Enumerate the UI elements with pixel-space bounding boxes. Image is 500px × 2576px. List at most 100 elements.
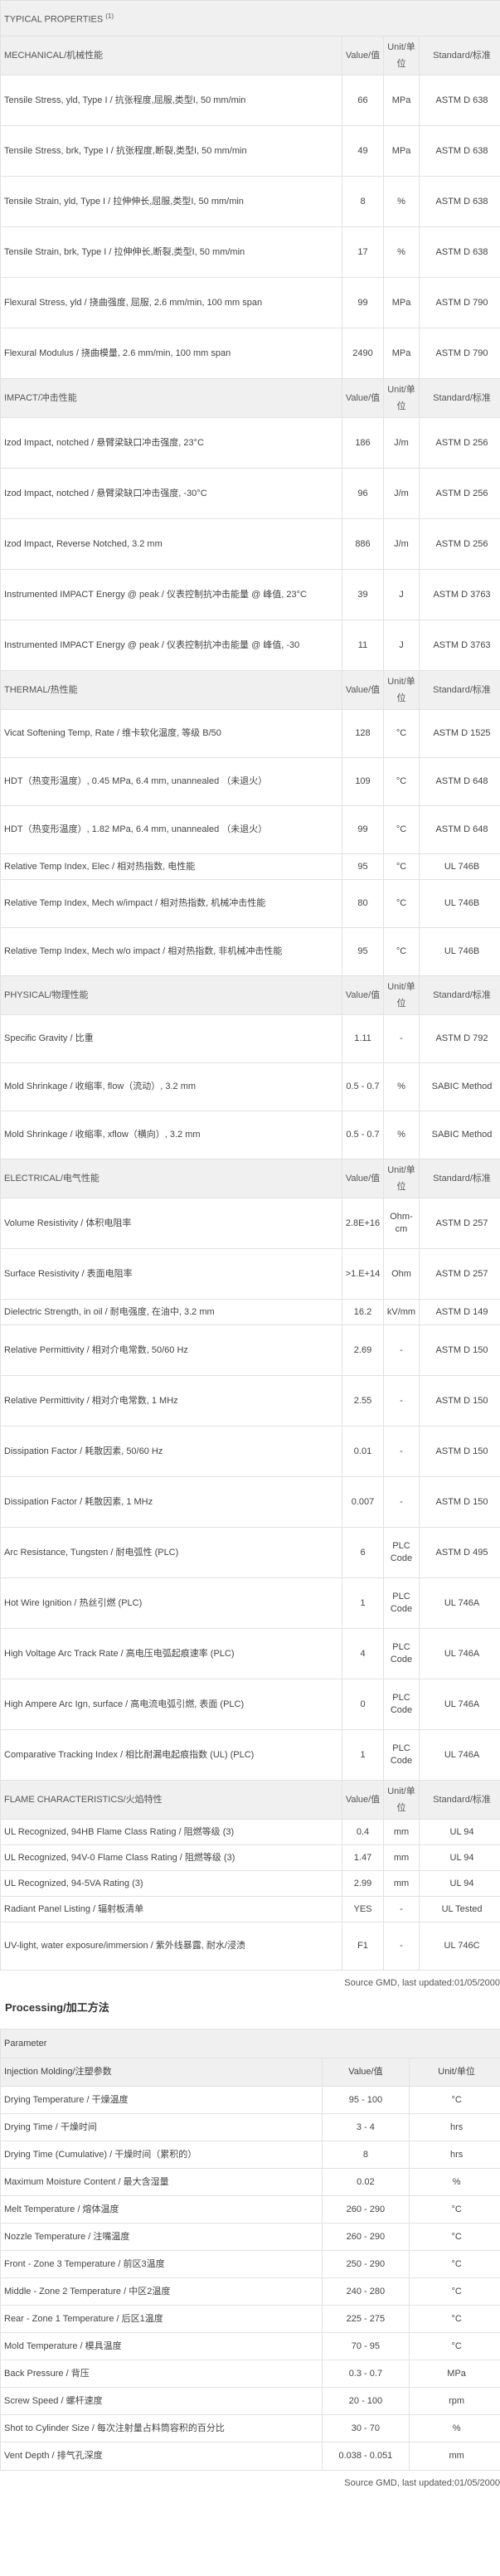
processing-unit: °C (409, 2305, 500, 2333)
property-value: 99 (342, 805, 384, 854)
property-row: Vicat Softening Temp, Rate / 维卡软化温度, 等级 … (0, 709, 500, 758)
section-header-row: MECHANICAL/机械性能 Value/值 Unit/单位 Standard/标准 (0, 36, 500, 75)
property-name: Tensile Strain, yld, Type I / 拉伸伸长,屈服,类型… (0, 176, 342, 227)
property-unit: mm (383, 1819, 420, 1845)
section-standard-header: Standard/标准 (418, 975, 500, 1015)
section-standard-header: Standard/标准 (418, 1780, 500, 1820)
property-row: Mold Shrinkage / 收缩率, xflow（横向）, 3.2 mm 0… (0, 1111, 500, 1159)
property-unit: J (383, 620, 420, 671)
property-row: UL Recognized, 94V-0 Flame Class Rating … (0, 1845, 500, 1871)
property-value: F1 (342, 1922, 384, 1971)
section-header-row: ELECTRICAL/电气性能 Value/值 Unit/单位 Standard/标准 (0, 1159, 500, 1198)
property-row: Instrumented IMPACT Energy @ peak / 仪表控制… (0, 620, 500, 671)
section-unit-header: Unit/单位 (383, 36, 420, 75)
property-row: Specific Gravity / 比重 1.11- ASTM D 792 (0, 1014, 500, 1063)
processing-unit: °C (409, 2332, 500, 2360)
section-standard-header: Standard/标准 (418, 1159, 500, 1198)
property-value: 1.47 (342, 1845, 384, 1871)
property-unit: J/m (383, 468, 420, 519)
property-standard: ASTM D 638 (418, 125, 500, 177)
section-title: IMPACT/冲击性能 (0, 378, 342, 418)
property-unit: PLC Code (383, 1729, 420, 1781)
processing-header-name: Injection Molding/注塑参数 (0, 2058, 323, 2087)
property-unit: Ohm-cm (383, 1198, 420, 1249)
processing-parameter: Drying Time (Cumulative) / 干燥时间（累积的） (0, 2141, 323, 2169)
property-name: Vicat Softening Temp, Rate / 维卡软化温度, 等级 … (0, 709, 342, 758)
property-standard: ASTM D 150 (418, 1426, 500, 1477)
typical-properties-footnote-marker: (1) (105, 12, 114, 21)
property-unit: °C (383, 879, 420, 928)
property-row: High Voltage Arc Track Rate / 高电压电弧起痕速率 … (0, 1628, 500, 1679)
property-row: HDT（热变形温度）, 1.82 MPa, 6.4 mm, unannealed… (0, 805, 500, 854)
processing-parameter: Maximum Moisture Content / 最大含湿量 (0, 2168, 323, 2196)
property-unit: - (383, 1896, 420, 1922)
property-standard: ASTM D 638 (418, 226, 500, 278)
property-standard: ASTM D 256 (418, 417, 500, 469)
property-value: 95 (342, 927, 384, 976)
property-unit: % (383, 176, 420, 227)
property-row: Comparative Tracking Index / 相比耐漏电起痕指数 (… (0, 1729, 500, 1781)
property-name: Dissipation Factor / 耗散因素, 50/60 Hz (0, 1426, 342, 1477)
property-name: HDT（热变形温度）, 0.45 MPa, 6.4 mm, unannealed… (0, 757, 342, 806)
property-unit: PLC Code (383, 1679, 420, 1730)
property-value: 99 (342, 277, 384, 328)
property-name: Hot Wire Ignition / 热丝引燃 (PLC) (0, 1577, 342, 1629)
property-standard: ASTM D 792 (418, 1014, 500, 1063)
property-value: 1 (342, 1577, 384, 1629)
processing-row: Drying Time / 干燥时间 3 - 4 hrs (0, 2113, 500, 2141)
property-row: Relative Temp Index, Mech w/impact / 相对热… (0, 879, 500, 928)
processing-title: Processing/加工方法 (5, 2001, 109, 2014)
property-value: 11 (342, 620, 384, 671)
section-value-header: Value/值 (342, 1780, 384, 1820)
property-unit: - (383, 1476, 420, 1528)
property-standard: ASTM D 638 (418, 176, 500, 227)
property-name: Instrumented IMPACT Energy @ peak / 仪表控制… (0, 620, 342, 671)
property-unit: % (383, 1062, 420, 1111)
property-row: Hot Wire Ignition / 热丝引燃 (PLC) 1 PLC Code U… (0, 1577, 500, 1629)
processing-value: 260 - 290 (321, 2195, 410, 2224)
processing-row: Rear - Zone 1 Temperature / 后区1温度 225 - 2… (0, 2305, 500, 2333)
processing-row: Maximum Moisture Content / 最大含湿量 0.02% (0, 2168, 500, 2196)
property-name: Dielectric Strength, in oil / 耐电强度, 在油中,… (0, 1299, 342, 1325)
property-row: Mold Shrinkage / 收缩率, flow（流动）, 3.2 mm 0.… (0, 1062, 500, 1111)
property-name: Tensile Strain, brk, Type I / 拉伸伸长,断裂,类型… (0, 226, 342, 278)
processing-unit: mm (409, 2442, 500, 2471)
property-unit: J (383, 569, 420, 620)
processing-value: 225 - 275 (321, 2305, 410, 2333)
section-unit-header: Unit/单位 (383, 975, 420, 1015)
property-value: 0.5 - 0.7 (342, 1111, 384, 1159)
typical-properties-table: TYPICAL PROPERTIES (1) MECHANICAL/机械性能 Va… (0, 0, 500, 1971)
property-name: Flexural Modulus / 挠曲模量, 2.6 mm/min, 100… (0, 328, 342, 379)
property-name: Relative Temp Index, Elec / 相对热指数, 电性能 (0, 853, 342, 880)
typical-source-note: Source GMD, last updated:01/05/2000 (344, 1978, 500, 1988)
property-row: Tensile Stress, brk, Type I / 抗张程度,断裂,类型… (0, 125, 500, 177)
property-name: Volume Resistivity / 体积电阻率 (0, 1198, 342, 1249)
processing-parameter: Drying Temperature / 干燥温度 (0, 2086, 323, 2114)
processing-unit: °C (409, 2250, 500, 2278)
processing-parameter: Nozzle Temperature / 注嘴温度 (0, 2223, 323, 2251)
property-name: Radiant Panel Listing / 辐射板清单 (0, 1896, 342, 1922)
processing-parameter: Vent Depth / 排气孔深度 (0, 2442, 323, 2471)
property-value: 4 (342, 1628, 384, 1679)
property-unit: PLC Code (383, 1628, 420, 1679)
property-row: Tensile Strain, yld, Type I / 拉伸伸长,屈服,类型… (0, 176, 500, 227)
typical-properties-caption: TYPICAL PROPERTIES (1) (0, 0, 500, 36)
processing-header-row: Injection Molding/注塑参数 Value/值 Unit/单位 (0, 2058, 500, 2087)
property-unit: - (383, 1922, 420, 1971)
section-header-row: THERMAL/热性能 Value/值 Unit/单位 Standard/标准 (0, 670, 500, 710)
property-standard: UL 94 (418, 1870, 500, 1897)
section-standard-header: Standard/标准 (418, 378, 500, 418)
processing-row: Drying Time (Cumulative) / 干燥时间（累积的） 8 hrs (0, 2141, 500, 2169)
processing-parameter: Middle - Zone 2 Temperature / 中区2温度 (0, 2277, 323, 2306)
property-name: Surface Resistivity / 表面电阻率 (0, 1248, 342, 1300)
processing-value: 0.038 - 0.051 (321, 2442, 410, 2471)
property-standard: UL 746A (418, 1628, 500, 1679)
processing-caption-row: Parameter (0, 2029, 500, 2058)
section-value-header: Value/值 (342, 36, 384, 75)
processing-parameter: Front - Zone 3 Temperature / 前区3温度 (0, 2250, 323, 2278)
processing-row: Mold Temperature / 模具温度 70 - 95 °C (0, 2332, 500, 2360)
property-row: Volume Resistivity / 体积电阻率 2.8E+16 Ohm-cm A… (0, 1198, 500, 1249)
processing-unit: °C (409, 2277, 500, 2306)
property-name: Instrumented IMPACT Energy @ peak / 仪表控制… (0, 569, 342, 620)
processing-unit: MPa (409, 2360, 500, 2388)
